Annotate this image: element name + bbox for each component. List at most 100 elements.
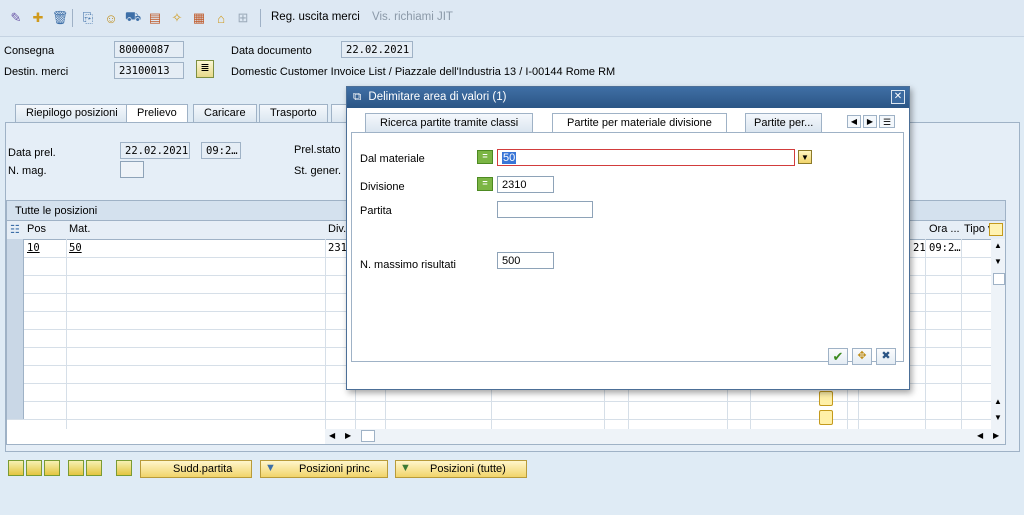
- status-light-icon: [819, 410, 833, 425]
- scroll-left-icon[interactable]: ◀: [977, 431, 983, 440]
- texts-icon[interactable]: ▤: [147, 10, 163, 26]
- dialog-window-icon: ⧉: [353, 91, 362, 103]
- delete-icon[interactable]: 🗑: [52, 10, 69, 26]
- copy-icon[interactable]: ⎘: [80, 10, 96, 26]
- horizontal-scrollbar[interactable]: ◀ ▶ ◀ ▶: [325, 429, 1005, 444]
- reg-uscita-merci-button[interactable]: Reg. uscita merci: [271, 11, 360, 23]
- data-documento-field[interactable]: 22.02.2021: [341, 41, 413, 58]
- dialog-close-icon[interactable]: ✕: [891, 90, 905, 104]
- partita-label: Partita: [360, 205, 392, 217]
- scroll-right-icon[interactable]: ▶: [993, 431, 999, 440]
- cell-pos[interactable]: 10: [27, 242, 40, 254]
- consegna-field[interactable]: 80000087: [114, 41, 184, 58]
- scroll-up-icon[interactable]: ▲: [994, 241, 1002, 250]
- n-mag-field[interactable]: [120, 161, 144, 178]
- output-icon[interactable]: ▦: [191, 10, 207, 26]
- dal-materiale-input[interactable]: 50: [497, 149, 795, 166]
- application-toolbar: ✎ ✚ 🗑 ⎘ ☺ ⛟ ▤ ✧ ▦ ⌂ ⊞ Reg. uscita merci …: [0, 0, 1024, 37]
- delete-row-icon[interactable]: [86, 460, 102, 476]
- divisione-input[interactable]: 2310: [497, 176, 554, 193]
- edit-glasses-icon[interactable]: ✎: [8, 10, 24, 26]
- partita-input[interactable]: [497, 201, 593, 218]
- sudd-partita-label: Sudd.partita: [173, 463, 233, 475]
- dialog-tab-ricerca-classi[interactable]: Ricerca partite tramite classi: [365, 113, 534, 132]
- details-icon[interactable]: [8, 460, 24, 476]
- n-mag-label: N. mag.: [8, 165, 47, 177]
- row-selector[interactable]: [7, 257, 24, 275]
- column-layout-icon[interactable]: [989, 223, 1003, 236]
- scroll-down-icon[interactable]: ▼: [994, 413, 1002, 422]
- row-selector[interactable]: [7, 401, 24, 419]
- scroll-right-icon[interactable]: ▶: [345, 431, 351, 440]
- destin-merci-field[interactable]: 23100013: [114, 62, 184, 79]
- cancel-x-icon[interactable]: ✖: [876, 348, 896, 365]
- tab-list-icon[interactable]: ☰: [879, 115, 895, 128]
- status-light-icon: [819, 391, 833, 406]
- posizioni-princ-button[interactable]: ▼ Posizioni princ.: [260, 460, 388, 478]
- col-header-ora[interactable]: Ora ...: [929, 223, 960, 235]
- insert-row-icon[interactable]: [68, 460, 84, 476]
- select-option-equal-button[interactable]: =: [477, 177, 493, 191]
- col-header-mat[interactable]: Mat.: [69, 223, 90, 235]
- value-help-icon[interactable]: ▼: [798, 150, 812, 164]
- partner-icon[interactable]: ☺: [103, 10, 119, 26]
- tab-prelievo[interactable]: Prelievo: [126, 104, 188, 123]
- divisione-label: Divisione: [360, 181, 405, 193]
- select-all-icon[interactable]: [26, 460, 42, 476]
- scroll-thumb[interactable]: [993, 273, 1005, 285]
- n-massimo-risultati-input[interactable]: 500: [497, 252, 554, 269]
- posizioni-tutte-label: Posizioni (tutte): [430, 463, 506, 475]
- filter-all-icon: ▼: [400, 462, 411, 474]
- dal-materiale-value: 50: [502, 152, 517, 164]
- dialog-tab-partite-per[interactable]: Partite per...: [745, 113, 823, 132]
- deselect-all-icon[interactable]: [44, 460, 60, 476]
- row-selector[interactable]: [7, 383, 24, 401]
- table-settings-icon[interactable]: ☷: [10, 223, 20, 236]
- tab-scroll-right-icon[interactable]: ▶: [863, 115, 877, 128]
- col-header-div[interactable]: Div.: [328, 223, 346, 235]
- multiple-selection-icon[interactable]: ✥: [852, 348, 872, 365]
- truck-icon[interactable]: ⛟: [125, 9, 141, 26]
- row-selector[interactable]: [7, 311, 24, 329]
- home-icon[interactable]: ⌂: [213, 10, 229, 26]
- tab-scroll-left-icon[interactable]: ◀: [847, 115, 861, 128]
- vis-richiami-jit-button: Vis. richiami JIT: [372, 11, 453, 23]
- confirm-check-icon[interactable]: ✔: [828, 348, 848, 365]
- tab-trasporto[interactable]: Trasporto: [259, 104, 328, 122]
- scroll-up-icon[interactable]: ▲: [994, 397, 1002, 406]
- tab-caricare[interactable]: Caricare: [193, 104, 257, 122]
- scroll-down-icon[interactable]: ▼: [994, 257, 1002, 266]
- row-selector[interactable]: [7, 275, 24, 293]
- data-prel-label: Data prel.: [8, 147, 56, 159]
- tab-riepilogo-posizioni[interactable]: Riepilogo posizioni: [15, 104, 129, 122]
- dialog-title: Delimitare area di valori (1): [368, 91, 507, 103]
- table-row[interactable]: [7, 401, 1005, 420]
- dialog-tab-panel: Dal materiale = 50 ▼ Divisione = 2310 Pa…: [351, 132, 904, 362]
- col-header-pos[interactable]: Pos: [27, 223, 46, 235]
- cell-mat[interactable]: 50: [69, 242, 82, 254]
- dal-materiale-label: Dal materiale: [360, 153, 425, 165]
- row-selector[interactable]: [7, 293, 24, 311]
- cell-ora[interactable]: 09:2…: [929, 242, 961, 254]
- row-selector[interactable]: [7, 365, 24, 383]
- data-prel-field[interactable]: 22.02.2021: [120, 142, 190, 159]
- vertical-scrollbar[interactable]: ▲ ▼ ▲ ▼: [991, 239, 1005, 429]
- conditions-icon[interactable]: ✧: [169, 10, 185, 26]
- posizioni-tutte-button[interactable]: ▼ Posizioni (tutte): [395, 460, 527, 478]
- delimitare-area-dialog: ⧉ Delimitare area di valori (1) ✕ Ricerc…: [346, 86, 910, 390]
- create-icon[interactable]: ✚: [30, 10, 46, 26]
- scroll-left-icon[interactable]: ◀: [329, 431, 335, 440]
- dialog-tab-partite-materiale-divisione[interactable]: Partite per materiale divisione: [552, 113, 727, 132]
- row-selector[interactable]: [7, 347, 24, 365]
- partner-details-icon[interactable]: ≣: [196, 60, 214, 78]
- n-massimo-risultati-label: N. massimo risultati: [360, 259, 456, 271]
- select-option-equal-button[interactable]: =: [477, 150, 493, 164]
- dialog-titlebar: ⧉ Delimitare area di valori (1) ✕: [347, 87, 909, 108]
- row-selector[interactable]: [7, 239, 24, 257]
- batch-icon[interactable]: [116, 460, 132, 476]
- cell-div[interactable]: 231: [328, 242, 347, 254]
- scroll-thumb[interactable]: [361, 430, 375, 442]
- data-prel-time-field[interactable]: 09:2…: [201, 142, 241, 159]
- row-selector[interactable]: [7, 329, 24, 347]
- sudd-partita-button[interactable]: Sudd.partita: [140, 460, 252, 478]
